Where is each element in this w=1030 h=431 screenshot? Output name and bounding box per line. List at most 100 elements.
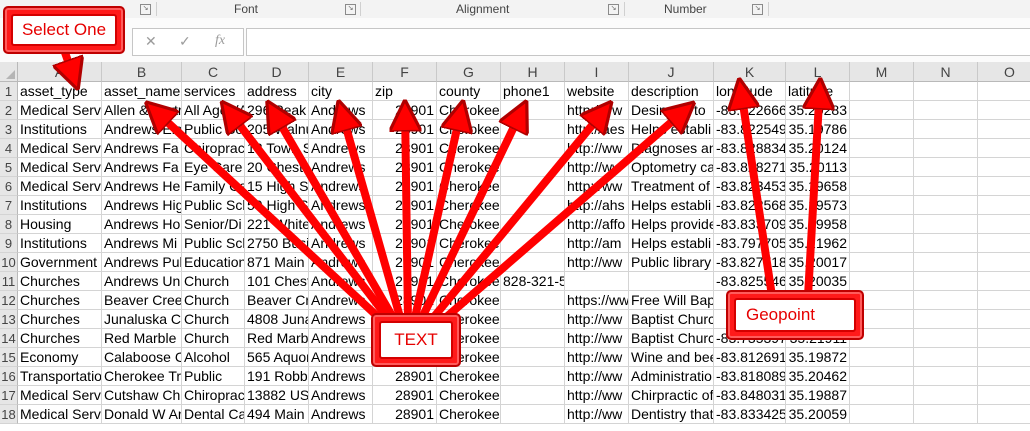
cell-m4[interactable] — [850, 139, 914, 158]
cell-b17[interactable]: Cutshaw Chi — [102, 386, 182, 405]
column-header-b[interactable]: B — [102, 62, 182, 82]
cell-j10[interactable]: Public library — [629, 253, 714, 272]
cell-b7[interactable]: Andrews Hig — [102, 196, 182, 215]
cell-e13[interactable]: Andrews — [309, 310, 373, 329]
cell-o3[interactable] — [978, 120, 1030, 139]
cell-k3[interactable]: -83.822549 — [714, 120, 786, 139]
cell-e14[interactable]: Andrews — [309, 329, 373, 348]
cell-d11[interactable]: 101 Chestn — [245, 272, 309, 291]
cell-b8[interactable]: Andrews Ho — [102, 215, 182, 234]
row-header[interactable]: 12 — [0, 291, 18, 310]
cell-e2[interactable]: Andrews — [309, 101, 373, 120]
cell-h6[interactable] — [501, 177, 565, 196]
cell-e4[interactable]: Andrews — [309, 139, 373, 158]
cell-b15[interactable]: Calaboose C — [102, 348, 182, 367]
cell-c16[interactable]: Public — [182, 367, 245, 386]
cell-o12[interactable] — [978, 291, 1030, 310]
cell-a8[interactable]: Housing — [18, 215, 102, 234]
cell-f16[interactable]: 28901 — [373, 367, 437, 386]
row-header[interactable]: 14 — [0, 329, 18, 348]
cell-g5[interactable]: Cherokee — [437, 158, 501, 177]
row-header[interactable]: 6 — [0, 177, 18, 196]
cell-i18[interactable]: http://ww — [565, 405, 629, 424]
cell-c13[interactable]: Church — [182, 310, 245, 329]
cell-j15[interactable]: Wine and bee — [629, 348, 714, 367]
cell-i9[interactable]: http://am — [565, 234, 629, 253]
cell-k7[interactable]: -83.822568 — [714, 196, 786, 215]
cancel-icon[interactable]: ✕ — [145, 33, 157, 50]
cell-c2[interactable]: All Ages/Ac — [182, 101, 245, 120]
cell-b4[interactable]: Andrews Fa — [102, 139, 182, 158]
cell-c10[interactable]: Education — [182, 253, 245, 272]
cell-g6[interactable]: Cherokee — [437, 177, 501, 196]
cell-a10[interactable]: Government — [18, 253, 102, 272]
cell-c4[interactable]: Chiroprac — [182, 139, 245, 158]
cell-a3[interactable]: Institutions — [18, 120, 102, 139]
cell-k11[interactable]: -83.825546 — [714, 272, 786, 291]
cell-o9[interactable] — [978, 234, 1030, 253]
cell-d15[interactable]: 565 Aquon — [245, 348, 309, 367]
cell-d1[interactable]: address — [245, 82, 309, 101]
cell-l7[interactable]: 35.19573 — [786, 196, 850, 215]
cell-b11[interactable]: Andrews Un — [102, 272, 182, 291]
number-dialog-launcher-icon[interactable]: ↘ — [752, 4, 763, 15]
cell-a11[interactable]: Churches — [18, 272, 102, 291]
cell-e3[interactable]: Andrews — [309, 120, 373, 139]
cell-k4[interactable]: -83.828834 — [714, 139, 786, 158]
cell-j5[interactable]: Optometry ca — [629, 158, 714, 177]
cell-j12[interactable]: Free Will Bap — [629, 291, 714, 310]
cell-a5[interactable]: Medical Serv — [18, 158, 102, 177]
cell-m1[interactable] — [850, 82, 914, 101]
cell-o5[interactable] — [978, 158, 1030, 177]
cell-h5[interactable] — [501, 158, 565, 177]
cell-f10[interactable]: 28901 — [373, 253, 437, 272]
cell-d3[interactable]: 205 Walnut — [245, 120, 309, 139]
cell-b13[interactable]: Junaluska Ch — [102, 310, 182, 329]
cell-i7[interactable]: http://ahs — [565, 196, 629, 215]
row-header[interactable]: 2 — [0, 101, 18, 120]
cell-k17[interactable]: -83.848031 — [714, 386, 786, 405]
cell-e18[interactable]: Andrews — [309, 405, 373, 424]
cell-l3[interactable]: 35.19786 — [786, 120, 850, 139]
cell-g9[interactable]: Cherokee — [437, 234, 501, 253]
cell-f11[interactable]: 28901 — [373, 272, 437, 291]
cell-k5[interactable]: -83.828271 — [714, 158, 786, 177]
cell-l6[interactable]: 35.19658 — [786, 177, 850, 196]
cell-c15[interactable]: Alcohol — [182, 348, 245, 367]
cell-c14[interactable]: Church — [182, 329, 245, 348]
column-header-h[interactable]: H — [501, 62, 565, 82]
cell-m7[interactable] — [850, 196, 914, 215]
cell-g1[interactable]: county — [437, 82, 501, 101]
cell-f17[interactable]: 28901 — [373, 386, 437, 405]
cell-c17[interactable]: Chiroprac — [182, 386, 245, 405]
cell-n6[interactable] — [914, 177, 978, 196]
cell-g17[interactable]: Cherokee — [437, 386, 501, 405]
cell-f7[interactable]: 28901 — [373, 196, 437, 215]
cell-a7[interactable]: Institutions — [18, 196, 102, 215]
row-header[interactable]: 13 — [0, 310, 18, 329]
cell-e16[interactable]: Andrews — [309, 367, 373, 386]
cell-n3[interactable] — [914, 120, 978, 139]
cell-d18[interactable]: 494 Main S — [245, 405, 309, 424]
column-header-n[interactable]: N — [914, 62, 978, 82]
column-header-i[interactable]: I — [565, 62, 629, 82]
cell-g2[interactable]: Cherokee — [437, 101, 501, 120]
cell-k8[interactable]: -83.833709 — [714, 215, 786, 234]
cell-e12[interactable]: Andrews — [309, 291, 373, 310]
cell-k18[interactable]: -83.833425 — [714, 405, 786, 424]
cell-d17[interactable]: 13882 US- — [245, 386, 309, 405]
cell-e7[interactable]: Andrews — [309, 196, 373, 215]
row-header[interactable]: 17 — [0, 386, 18, 405]
cell-b6[interactable]: Andrews He — [102, 177, 182, 196]
cell-d7[interactable]: 50 High Sc — [245, 196, 309, 215]
cell-i16[interactable]: http://ww — [565, 367, 629, 386]
cell-f12[interactable]: 28901 — [373, 291, 437, 310]
cell-i10[interactable]: http://ww — [565, 253, 629, 272]
cell-c11[interactable]: Church — [182, 272, 245, 291]
cell-b18[interactable]: Donald W Ar — [102, 405, 182, 424]
cell-j13[interactable]: Baptist Churc — [629, 310, 714, 329]
cell-j9[interactable]: Helps establi — [629, 234, 714, 253]
cell-a14[interactable]: Churches — [18, 329, 102, 348]
enter-check-icon[interactable]: ✓ — [179, 33, 191, 50]
formula-input[interactable] — [246, 28, 1030, 56]
